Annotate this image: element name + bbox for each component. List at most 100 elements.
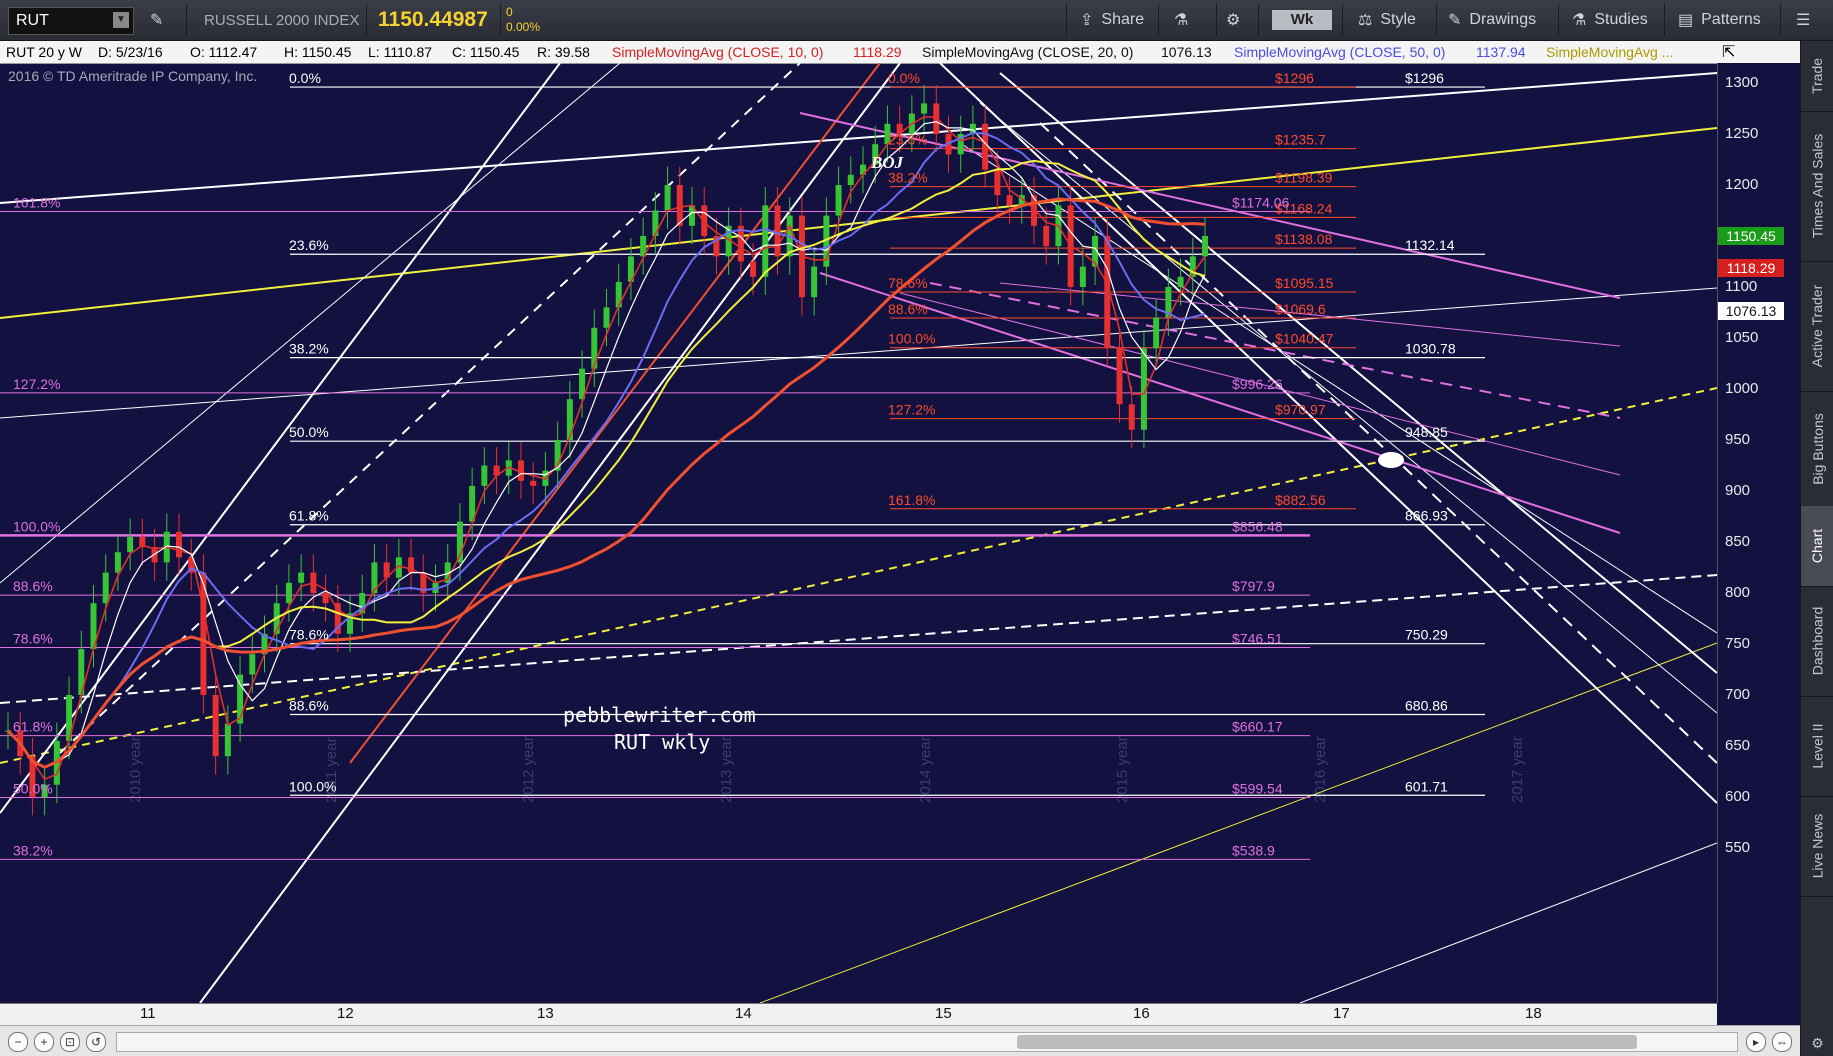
- sidebar-tab-chart[interactable]: Chart: [1801, 506, 1833, 587]
- scroll-track[interactable]: [116, 1032, 1738, 1052]
- level-label-red: $1296: [1275, 70, 1314, 86]
- share-button[interactable]: ⇪ Share: [1080, 0, 1144, 40]
- time-axis[interactable]: [0, 1003, 1717, 1026]
- sidebar-tab-live-news[interactable]: Live News: [1801, 796, 1833, 897]
- drawings-label: Drawings: [1469, 11, 1537, 28]
- candle-body: [1202, 236, 1208, 257]
- sidebar-tab-level-ii[interactable]: Level II: [1801, 696, 1833, 797]
- candle-body: [664, 185, 671, 211]
- fib-label-white: 50.0%: [289, 424, 329, 440]
- right-sidebar: Trade Times And Sales Active Trader Big But…: [1800, 41, 1833, 1056]
- fib-label-red: 161.8%: [888, 492, 935, 508]
- drawings-menu[interactable]: ✎ Drawings: [1448, 0, 1536, 40]
- sma20-line: [7, 121, 1206, 768]
- fib-label-red: 88.6%: [888, 301, 928, 317]
- sma50-line: [7, 131, 1206, 769]
- sidebar-tab-label: Dashboard: [1809, 606, 1826, 676]
- price-chart[interactable]: 2010 year 2011 year 2012 year 2013 year 2014…: [0, 63, 1717, 1003]
- candle-body: [603, 307, 610, 328]
- fib-label-white: 0.0%: [289, 70, 321, 86]
- legend-open: O: 1112.47: [190, 44, 258, 60]
- price-tick: 900: [1725, 482, 1751, 499]
- legend-sma-more: SimpleMovingAvg ...: [1546, 44, 1674, 60]
- trend-line: [0, 387, 1717, 764]
- interval-button[interactable]: Wk: [1272, 10, 1332, 30]
- candle-body: [127, 536, 134, 553]
- fib-label-white: 88.6%: [289, 698, 329, 714]
- sidebar-tab-dashboard[interactable]: Dashboard: [1801, 586, 1833, 697]
- expand-icon[interactable]: ⇔: [1772, 1032, 1792, 1052]
- level-label-white: 750.29: [1405, 627, 1448, 643]
- year-watermark: 2017 year: [1509, 736, 1526, 803]
- candle-body: [615, 281, 622, 308]
- zoom-in-icon[interactable]: +: [34, 1032, 54, 1052]
- fib-label-white: 23.6%: [289, 237, 329, 253]
- candle-body: [811, 266, 818, 298]
- trend-line: [59, 63, 801, 754]
- candle-body: [285, 582, 292, 604]
- hamburger-icon[interactable]: ☰: [1796, 0, 1810, 40]
- price-tick: 800: [1725, 584, 1751, 601]
- price-tick: 950: [1725, 431, 1751, 448]
- fib-label-red: 0.0%: [888, 70, 920, 86]
- candle-body: [1006, 195, 1013, 206]
- level-label-white: 1132.14: [1405, 237, 1455, 253]
- zoom-reset-icon[interactable]: ↺: [86, 1032, 106, 1052]
- share-label: Share: [1101, 11, 1145, 28]
- trend-line: [1299, 842, 1717, 1003]
- sidebar-tab-label: Trade: [1809, 57, 1826, 95]
- studies-menu[interactable]: ⚗ Studies: [1572, 0, 1648, 40]
- trend-line: [0, 127, 1717, 319]
- fib-label-magenta: 88.6%: [13, 578, 53, 594]
- zoom-out-icon[interactable]: −: [8, 1032, 28, 1052]
- zoom-fit-icon[interactable]: ⊡: [60, 1032, 80, 1052]
- time-tick: 13: [537, 1005, 554, 1022]
- style-menu[interactable]: ⚖ Style: [1358, 0, 1416, 40]
- sidebar-tab-label: Level II: [1809, 723, 1826, 769]
- sidebar-tab-trade[interactable]: Trade: [1801, 41, 1833, 112]
- candle-body: [1153, 317, 1160, 349]
- year-watermark: 2014 year: [917, 736, 934, 803]
- legend-low: L: 1110.87: [368, 44, 433, 60]
- level-label-magenta: $599.54: [1232, 780, 1283, 796]
- price-badge: 1076.13: [1718, 302, 1784, 321]
- candle-body: [774, 205, 781, 257]
- sidebar-tab-label: Times And Sales: [1809, 133, 1826, 239]
- sidebar-tab-times-and-sales[interactable]: Times And Sales: [1801, 111, 1833, 262]
- candle-body: [1128, 404, 1135, 430]
- chart-app: RUT ▼ ✎ RUSSELL 2000 INDEX 1150.44987 0 …: [0, 0, 1833, 1056]
- sma200-line: [6, 197, 1206, 769]
- legend-sma10: SimpleMovingAvg (CLOSE, 10, 0): [612, 44, 824, 60]
- watermark-site: pebblewriter.com: [563, 703, 756, 727]
- flask-icon[interactable]: ⚗: [1174, 0, 1188, 40]
- chart-scrollbar[interactable]: − + ⊡ ↺ ▸ ⇔: [0, 1025, 1800, 1056]
- candle-body: [1079, 266, 1086, 287]
- price-badge: 1150.45: [1718, 226, 1784, 245]
- sidebar-tab-big-buttons[interactable]: Big Buttons: [1801, 391, 1833, 507]
- level-label-magenta: $538.9: [1232, 842, 1275, 858]
- candle-body: [530, 480, 537, 486]
- price-tick: 550: [1725, 839, 1751, 856]
- sidebar-gear-icon[interactable]: ⚙: [1801, 1031, 1833, 1056]
- time-tick: 15: [935, 1005, 952, 1022]
- gear-icon[interactable]: ⚙: [1226, 0, 1240, 40]
- level-label-white: 680.86: [1405, 698, 1448, 714]
- level-label-magenta: $856.48: [1232, 518, 1283, 534]
- time-tick: 18: [1525, 1005, 1542, 1022]
- fib-label-magenta: 78.6%: [13, 631, 53, 647]
- sidebar-tab-label: Big Buttons: [1809, 412, 1826, 485]
- price-tick: 850: [1725, 533, 1751, 550]
- legend-sma50: SimpleMovingAvg (CLOSE, 50, 0): [1234, 44, 1446, 60]
- candle-body: [114, 552, 121, 573]
- scroll-thumb[interactable]: [1017, 1035, 1637, 1049]
- level-label-magenta: $660.17: [1232, 719, 1283, 735]
- pencil-icon[interactable]: ✎: [150, 0, 163, 40]
- target-marker: [1378, 452, 1404, 468]
- patterns-menu[interactable]: ▤ Patterns: [1678, 0, 1761, 40]
- collapse-icon[interactable]: ⇱: [1722, 42, 1735, 62]
- scroll-right-icon[interactable]: ▸: [1746, 1032, 1766, 1052]
- symbol-input[interactable]: RUT ▼: [8, 7, 134, 35]
- chevron-down-icon[interactable]: ▼: [113, 12, 129, 28]
- trend-line: [199, 63, 901, 1003]
- sidebar-tab-active-trader[interactable]: Active Trader: [1801, 261, 1833, 392]
